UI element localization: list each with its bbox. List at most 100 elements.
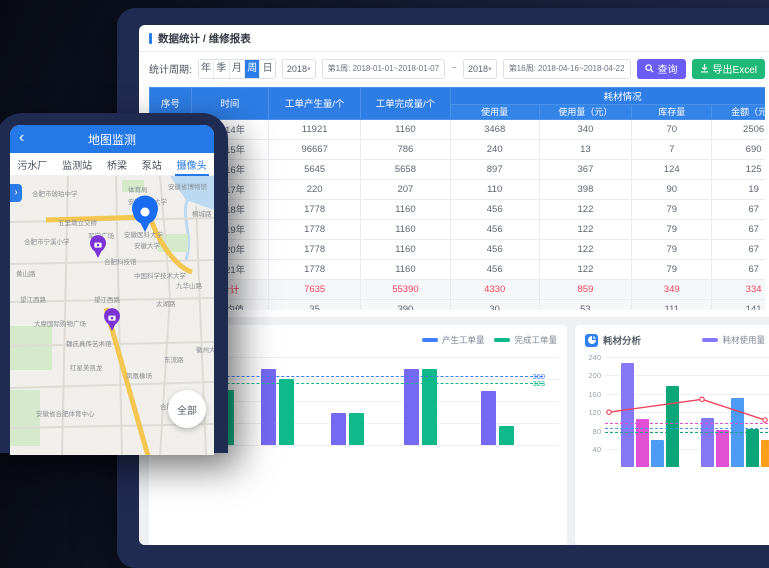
table-cell: 1778 bbox=[269, 219, 361, 239]
period-option[interactable]: 周 bbox=[245, 60, 260, 78]
table-cell: 55390 bbox=[361, 279, 450, 299]
map-expand-button[interactable]: › bbox=[10, 184, 22, 202]
camera-pin-icon[interactable] bbox=[90, 235, 106, 258]
table-cell: 859 bbox=[539, 279, 631, 299]
week-from-field[interactable]: 第1周: 2018-01-01~2018-01-07 bbox=[322, 59, 445, 79]
breadcrumb-accent-bar bbox=[149, 33, 152, 44]
table-header-row: 序号时间工单产生量/个工单完成量/个耗材情况 bbox=[150, 87, 766, 104]
bar-产生工单量 bbox=[481, 391, 496, 445]
table-cell: 79 bbox=[632, 239, 712, 259]
y-axis-tick: 160 bbox=[581, 390, 601, 399]
selected-pin-icon[interactable] bbox=[132, 195, 158, 232]
dashboard-screen: { "desktop": { "breadcrumb": "数据统计 / 维修报… bbox=[0, 0, 769, 420]
table-row[interactable]: 32016年56455658897367124125 bbox=[150, 159, 766, 179]
table-cell: 30 bbox=[450, 299, 539, 310]
map-all-button[interactable]: 全部 bbox=[168, 390, 206, 428]
bar-产生工单量 bbox=[404, 369, 419, 445]
table-cell: 340 bbox=[539, 119, 631, 139]
table-cell: 1778 bbox=[269, 199, 361, 219]
period-option[interactable]: 日 bbox=[260, 60, 274, 78]
tab-摄像头[interactable]: 摄像头 bbox=[177, 154, 207, 175]
table-cell: 67 bbox=[712, 199, 765, 219]
tab-泵站[interactable]: 泵站 bbox=[142, 154, 162, 175]
tab-监测站[interactable]: 监测站 bbox=[62, 154, 92, 175]
chevron-down-icon: ▾ bbox=[488, 65, 492, 73]
sub-column-header: 使用量 bbox=[450, 104, 539, 119]
year-from-select[interactable]: 2018 ▾ bbox=[282, 59, 316, 79]
camera-pin-icon[interactable] bbox=[104, 308, 120, 331]
table-cell: 1160 bbox=[361, 119, 450, 139]
table-cell: 110 bbox=[450, 179, 539, 199]
bar-完成工单量 bbox=[422, 369, 437, 445]
table-row[interactable]: 52018年177811604561227967 bbox=[150, 199, 766, 219]
table-head: 序号时间工单产生量/个工单完成量/个耗材情况使用量使用量（元）库存量金额（元） bbox=[150, 87, 766, 119]
consumable-chart-card: 耗材分析 耗材使用量 2402001601208040 bbox=[575, 325, 769, 545]
table-cell: 1160 bbox=[361, 199, 450, 219]
table-row[interactable]: 42017年2202071103989019 bbox=[150, 179, 766, 199]
pie-chart-icon bbox=[585, 334, 598, 347]
legend-item: 产生工单量 bbox=[422, 334, 485, 346]
table-row[interactable]: 22015年96667786240137690 bbox=[150, 139, 766, 159]
sub-column-header: 库存量 bbox=[632, 104, 712, 119]
download-icon bbox=[700, 64, 709, 73]
breadcrumb-row: 数据统计 / 维修报表 bbox=[139, 25, 769, 51]
charts-section: 产生工单量完成工单量 360323 耗材分析 耗材使用量 24020016012… bbox=[139, 317, 769, 545]
period-option[interactable]: 季 bbox=[214, 60, 229, 78]
table-cell: 70 bbox=[632, 119, 712, 139]
consumable-chart-legend: 耗材使用量 bbox=[702, 334, 765, 346]
bar-完成工单量 bbox=[349, 413, 364, 445]
column-header: 工单完成量/个 bbox=[361, 87, 450, 119]
table-cell: 79 bbox=[632, 219, 712, 239]
year-to-value: 2018 bbox=[468, 64, 488, 74]
table-cell: 786 bbox=[361, 139, 450, 159]
bar-产生工单量 bbox=[331, 413, 346, 445]
period-option[interactable]: 年 bbox=[199, 60, 214, 78]
table-cell: 79 bbox=[632, 259, 712, 279]
table-cell: 456 bbox=[450, 219, 539, 239]
table-cell: 13 bbox=[539, 139, 631, 159]
report-table: 序号时间工单产生量/个工单完成量/个耗材情况使用量使用量（元）库存量金额（元） … bbox=[149, 87, 765, 310]
table-row[interactable]: 82021年177811604561227967 bbox=[150, 259, 766, 279]
consumable-chart-plot bbox=[605, 353, 769, 467]
table-cell: 349 bbox=[632, 279, 712, 299]
tab-污水厂[interactable]: 污水厂 bbox=[17, 154, 47, 175]
trend-line bbox=[605, 353, 769, 467]
back-chevron-icon[interactable]: ‹ bbox=[19, 128, 24, 148]
report-page: 数据统计 / 维修报表 统计周期: 年季月周日 2018 ▾ 第1周: 2018… bbox=[139, 25, 769, 545]
tab-桥梁[interactable]: 桥梁 bbox=[107, 154, 127, 175]
year-to-select[interactable]: 2018 ▾ bbox=[463, 59, 497, 79]
map-view[interactable]: 合肥市琥珀中学体育局安徽农业大学安徽省博物馆桐城路五里墩立交桥安徽医科大学合肥市… bbox=[10, 176, 214, 455]
table-cell: 90 bbox=[632, 179, 712, 199]
trend-point bbox=[763, 418, 767, 422]
table-cell: 690 bbox=[712, 139, 765, 159]
table-cell: 220 bbox=[269, 179, 361, 199]
trend-point bbox=[700, 397, 704, 401]
legend-label: 耗材使用量 bbox=[722, 334, 765, 346]
y-axis-tick: 200 bbox=[581, 371, 601, 380]
table-cell: 79 bbox=[632, 199, 712, 219]
table-cell: 398 bbox=[539, 179, 631, 199]
export-excel-button[interactable]: 导出Excel bbox=[692, 59, 765, 79]
bar-完成工单量 bbox=[279, 379, 294, 445]
table-row[interactable]: 12014年1192111603468340702506 bbox=[150, 119, 766, 139]
table-cell: 1778 bbox=[269, 259, 361, 279]
period-label: 统计周期: bbox=[149, 61, 192, 76]
table-row[interactable]: 62019年177811604561227967 bbox=[150, 219, 766, 239]
query-button[interactable]: 查询 bbox=[637, 59, 686, 79]
table-cell: 53 bbox=[539, 299, 631, 310]
table-cell: 7 bbox=[632, 139, 712, 159]
bar-完成工单量 bbox=[499, 426, 514, 445]
table-cell: 122 bbox=[539, 259, 631, 279]
table-cell: 5645 bbox=[269, 159, 361, 179]
week-to-field[interactable]: 第16周: 2018-04-16~2018-04-22 bbox=[503, 59, 631, 79]
column-header: 工单产生量/个 bbox=[269, 87, 361, 119]
export-label: 导出Excel bbox=[713, 61, 757, 76]
table-cell: 456 bbox=[450, 259, 539, 279]
table-row[interactable]: 72020年177811604561227967 bbox=[150, 239, 766, 259]
filter-bar: 统计周期: 年季月周日 2018 ▾ 第1周: 2018-01-01~2018-… bbox=[139, 52, 769, 85]
table-cell: 3468 bbox=[450, 119, 539, 139]
phone-screen: ‹ 地图监测 污水厂监测站桥梁泵站摄像头 bbox=[10, 125, 214, 455]
table-cell: 141 bbox=[712, 299, 765, 310]
average-row: 平均值353903053111141 bbox=[150, 299, 766, 310]
period-option[interactable]: 月 bbox=[230, 60, 245, 78]
